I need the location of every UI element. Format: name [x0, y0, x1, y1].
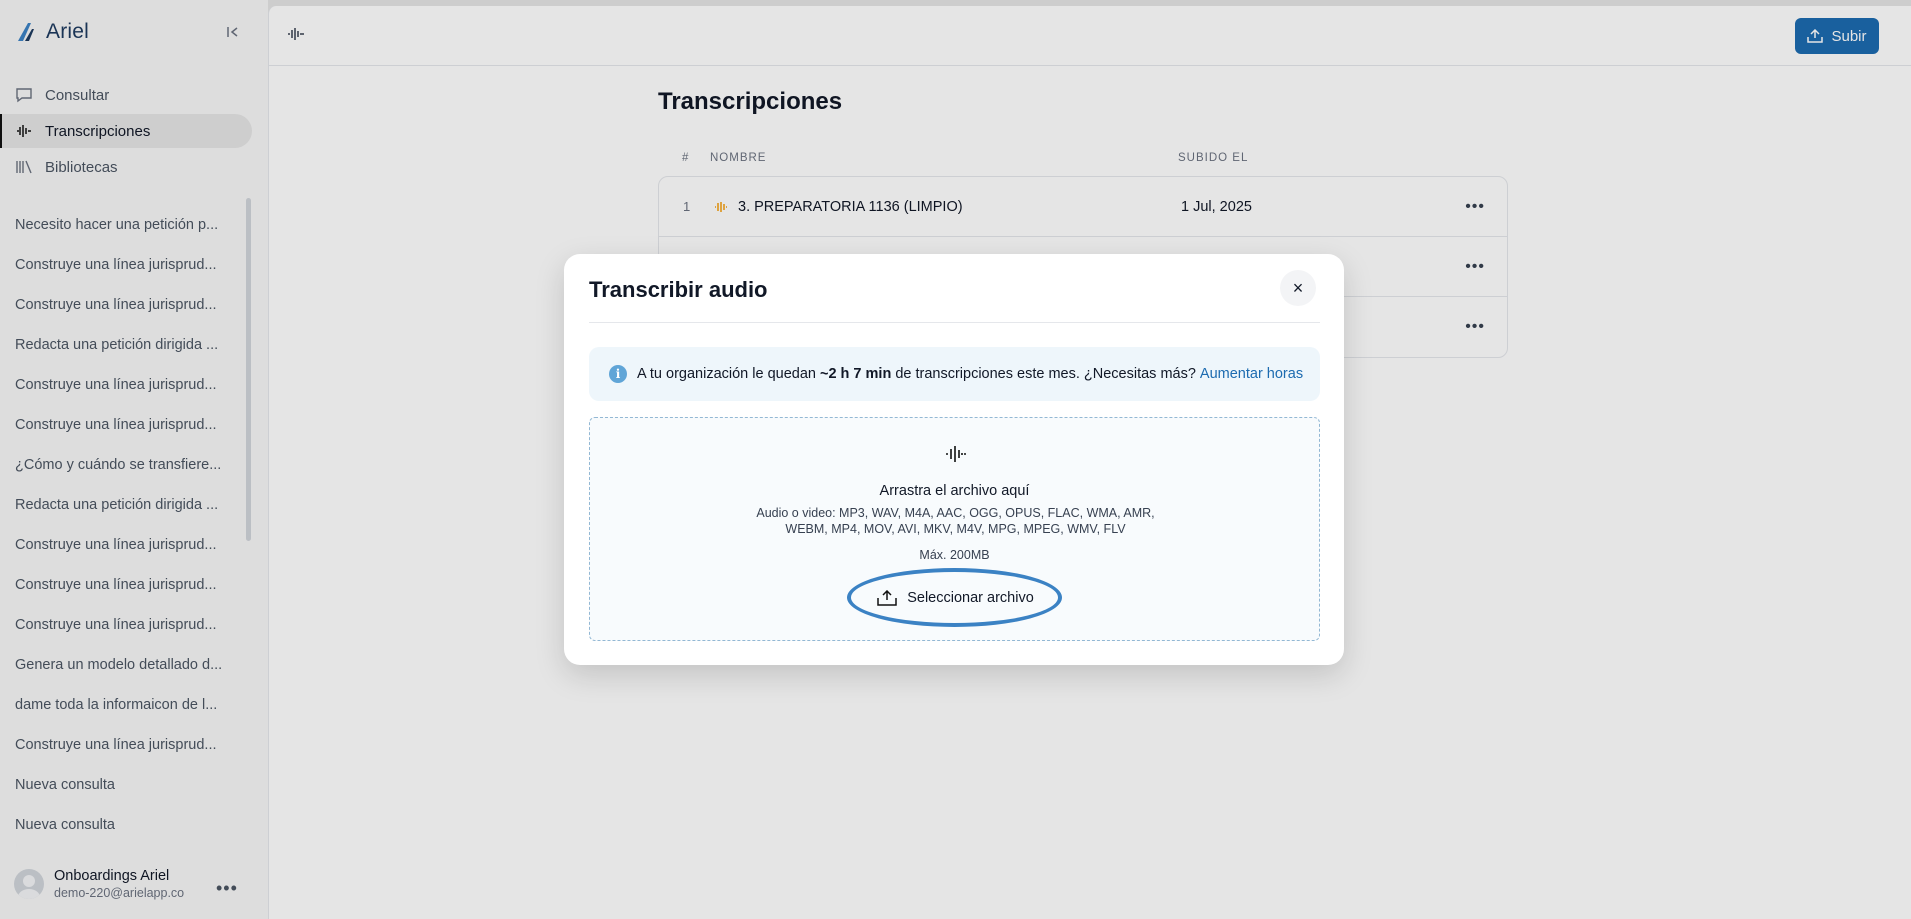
- increase-hours-link[interactable]: Aumentar horas: [1200, 366, 1303, 382]
- file-dropzone[interactable]: Arrastra el archivo aquí Audio o video: …: [589, 417, 1320, 641]
- info-remaining-time: ~2 h 7 min: [819, 366, 892, 382]
- waveform-icon: [946, 446, 966, 462]
- info-icon: i: [609, 365, 627, 383]
- info-banner: i A tu organización le quedan ~2 h 7 min…: [589, 347, 1320, 401]
- modal-title: Transcribir audio: [589, 277, 768, 302]
- supported-formats: Audio o video: MP3, WAV, M4A, AAC, OGG, …: [756, 506, 1155, 536]
- max-file-size: Máx. 200MB: [919, 548, 990, 562]
- select-file-button[interactable]: Seleccionar archivo: [853, 573, 1058, 623]
- info-text-prefix: A tu organización le quedan: [637, 366, 816, 382]
- info-text-suffix: de transcripciones este mes. ¿Necesitas …: [895, 366, 1196, 382]
- divider: [589, 322, 1320, 323]
- dropzone-title: Arrastra el archivo aquí: [879, 483, 1030, 499]
- close-icon[interactable]: ×: [1280, 270, 1316, 306]
- transcribe-audio-modal: Transcribir audio × i A tu organización …: [564, 254, 1344, 665]
- select-file-label: Seleccionar archivo: [907, 590, 1034, 606]
- upload-icon: [877, 590, 897, 606]
